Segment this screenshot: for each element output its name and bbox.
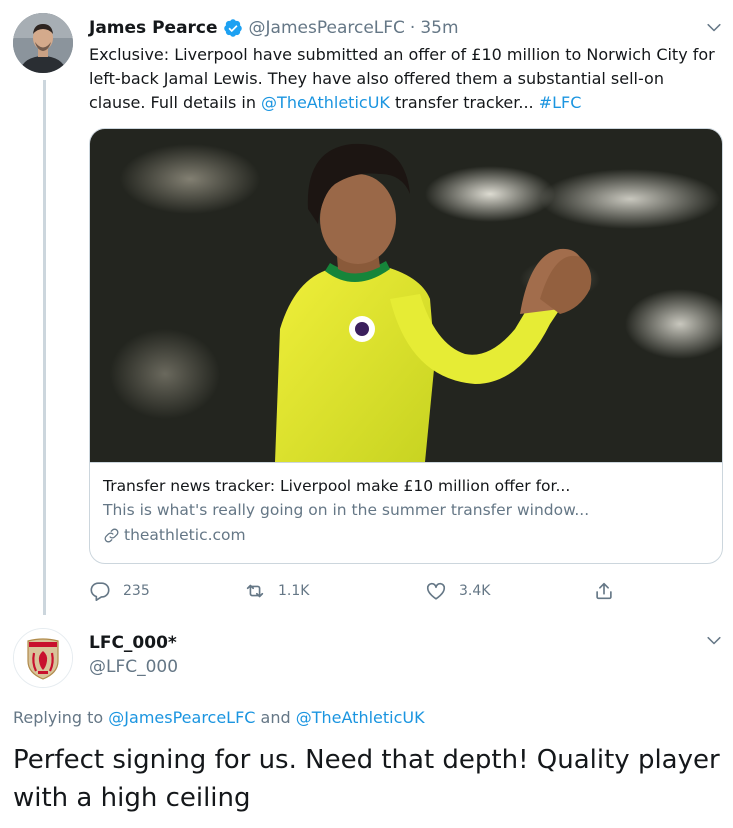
tweet-actions: 235 1.1K 3.4K — [89, 577, 629, 605]
like-count: 3.4K — [459, 583, 491, 599]
card-body: Transfer news tracker: Liverpool make £1… — [90, 462, 722, 563]
replying-user-link[interactable]: @TheAthleticUK — [296, 708, 425, 727]
author-handle[interactable]: @JamesPearceLFC — [249, 18, 405, 38]
tweet-text-part: transfer tracker... — [389, 93, 539, 112]
like-button[interactable]: 3.4K — [425, 577, 490, 605]
meta-separator: · — [409, 18, 416, 38]
share-button[interactable] — [593, 577, 627, 605]
author-name[interactable]: James Pearce — [89, 18, 218, 38]
reply-button[interactable]: 235 — [89, 577, 150, 605]
link-icon — [103, 527, 120, 544]
retweet-count: 1.1K — [278, 583, 310, 599]
reply-text: Perfect signing for us. Need that depth!… — [13, 745, 720, 813]
reply-count: 235 — [123, 583, 150, 599]
card-domain-text: theathletic.com — [124, 526, 246, 544]
replying-user-link[interactable]: @JamesPearceLFC — [108, 708, 255, 727]
tweet-text: Exclusive: Liverpool have submitted an o… — [89, 43, 719, 115]
replying-prefix: Replying to — [13, 708, 109, 727]
thread-connector-line — [43, 80, 46, 615]
liverpool-crest-icon — [14, 629, 72, 687]
tweet-timestamp[interactable]: 35m — [420, 18, 458, 38]
tweet-header: James Pearce @JamesPearceLFC · 35m — [89, 16, 459, 40]
replying-and: and — [255, 708, 296, 727]
verified-badge-icon — [223, 18, 243, 38]
chevron-down-icon[interactable] — [704, 18, 724, 38]
share-icon — [596, 582, 612, 600]
reply-author-avatar[interactable] — [13, 628, 73, 688]
card-domain: theathletic.com — [103, 524, 722, 546]
retweet-button[interactable]: 1.1K — [244, 577, 309, 605]
chevron-down-icon[interactable] — [704, 631, 724, 651]
link-preview-card[interactable]: Transfer news tracker: Liverpool make £1… — [89, 128, 723, 564]
author-avatar[interactable] — [13, 13, 73, 73]
hashtag-link[interactable]: #LFC — [539, 93, 582, 112]
avatar-photo — [13, 13, 73, 73]
card-title: Transfer news tracker: Liverpool make £1… — [103, 477, 571, 495]
card-image — [90, 129, 722, 462]
card-description: This is what's really going on in the su… — [103, 501, 590, 519]
reply-author-handle[interactable]: @LFC_000 — [89, 657, 178, 677]
retweet-icon — [246, 584, 264, 598]
mention-link[interactable]: @TheAthleticUK — [261, 93, 390, 112]
reply-author-name[interactable]: LFC_000* — [89, 633, 177, 653]
reply-icon — [90, 582, 110, 601]
heart-icon — [426, 582, 446, 600]
replying-to: Replying to @JamesPearceLFC and @TheAthl… — [13, 708, 425, 727]
